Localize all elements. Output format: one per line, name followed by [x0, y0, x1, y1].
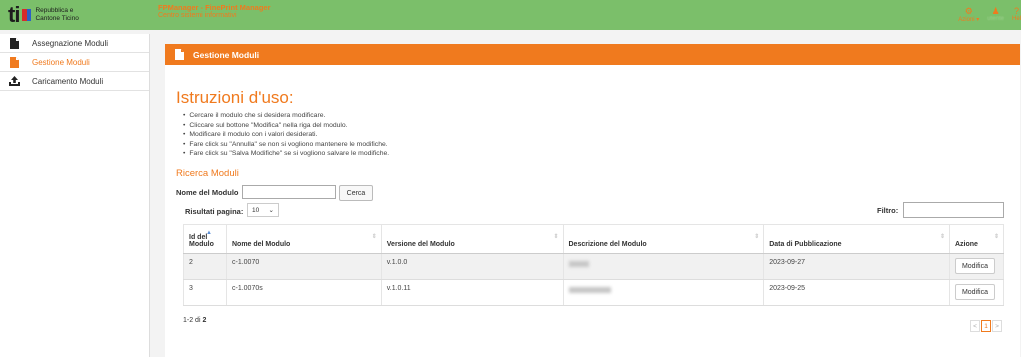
- sidebar-item-caricamento[interactable]: Caricamento Moduli: [0, 72, 149, 91]
- list-item: Fare click su "Salva Modifiche" se si vo…: [183, 149, 389, 159]
- app-title: FPManager - FinePrint Manager: [158, 3, 271, 12]
- table-row: 3 c-1.0070s v.1.0.11 2023-09-25 Modifica: [183, 279, 1005, 306]
- instructions-title: Istruzioni d'uso:: [176, 88, 294, 107]
- cell-description: [563, 253, 765, 280]
- results-per-page-value: 10: [252, 206, 260, 214]
- sidebar-item-label: Assegnazione Moduli: [32, 38, 109, 48]
- sidebar-item-label: Gestione Moduli: [32, 57, 90, 67]
- panel-title: Gestione Moduli: [193, 49, 260, 60]
- sidebar: Assegnazione Moduli Gestione Moduli Cari…: [0, 34, 150, 357]
- sidebar-item-gestione[interactable]: Gestione Moduli: [0, 53, 149, 72]
- panel-header: Gestione Moduli: [165, 44, 1020, 65]
- main-panel: Gestione Moduli Istruzioni d'uso: Cercar…: [165, 44, 1020, 357]
- modules-table: ▲ Id del Modulo ⇕ Nome del Modulo ⇕ Version…: [183, 224, 1005, 306]
- sort-icon: ⇕: [993, 234, 999, 240]
- cell-action: Modifica: [949, 253, 1005, 280]
- cell-version: v.1.0.0: [381, 253, 564, 280]
- list-item: Cercare il modulo che si desidera modifi…: [183, 111, 389, 121]
- cell-date: 2023-09-25: [763, 279, 950, 306]
- sort-icon: ⇕: [371, 234, 377, 240]
- upload-icon: [8, 75, 20, 87]
- next-page-button[interactable]: >: [992, 320, 1002, 332]
- column-header-id[interactable]: ▲ Id del Modulo: [183, 224, 227, 254]
- file-icon: [175, 49, 184, 60]
- user-menu[interactable]: ♟ utente: [987, 6, 1004, 23]
- sort-asc-icon: ▲: [206, 230, 212, 236]
- column-header-action[interactable]: ⇕ Azione: [949, 224, 1005, 254]
- table-row: 2 c-1.0070 v.1.0.0 2023-09-27 Modifica: [183, 253, 1005, 280]
- logo[interactable]: ti Repubblica e Cantone Ticino: [8, 4, 83, 26]
- file-icon: [8, 56, 20, 68]
- cell-id: 3: [183, 279, 227, 306]
- module-name-label: Nome del Modulo: [176, 188, 239, 197]
- file-icon: [8, 37, 20, 49]
- chevron-down-icon: ⌄: [268, 207, 274, 214]
- cell-name: c-1.0070s: [226, 279, 382, 306]
- help-menu[interactable]: ? Hel: [1012, 6, 1021, 23]
- actions-menu[interactable]: ⚙ Azioni ▾: [958, 6, 979, 23]
- pagination-info: 1-2 di 2: [183, 317, 207, 324]
- search-section-title: Ricerca Moduli: [176, 168, 239, 179]
- logo-wordmark: ti: [8, 2, 20, 27]
- list-item: Modificare il modulo con i valori deside…: [183, 130, 389, 140]
- app-subtitle: Centro sistemi informativi: [158, 12, 237, 19]
- redacted-text: [568, 261, 589, 267]
- results-per-page-select[interactable]: 10 ⌄: [247, 203, 279, 217]
- search-button[interactable]: Cerca: [339, 185, 373, 201]
- help-menu-label: Hel: [1011, 16, 1021, 22]
- sidebar-item-label: Caricamento Moduli: [32, 76, 104, 86]
- pagination: < 1 >: [970, 320, 1002, 332]
- user-menu-label: utente: [987, 16, 1004, 22]
- org-name: Repubblica e Cantone Ticino: [35, 7, 79, 22]
- actions-menu-label: Azioni ▾: [958, 17, 980, 23]
- edit-button[interactable]: Modifica: [954, 284, 995, 300]
- list-item: Cliccare sul bottone "Modifica" nella ri…: [183, 121, 389, 131]
- top-bar: ti Repubblica e Cantone Ticino FPManager…: [0, 0, 1021, 30]
- column-header-description[interactable]: ⇕ Descrizione del Modulo: [563, 224, 765, 254]
- sort-icon: ⇕: [553, 234, 559, 240]
- gear-icon: ⚙: [964, 6, 973, 16]
- results-per-page-label: Risultati pagina:: [185, 207, 244, 216]
- cell-id: 2: [183, 253, 227, 280]
- prev-page-button[interactable]: <: [970, 320, 980, 332]
- column-header-version[interactable]: ⇕ Versione del Modulo: [381, 224, 564, 254]
- sort-icon: ⇕: [939, 234, 945, 240]
- cell-version: v.1.0.11: [381, 279, 564, 306]
- help-icon: ?: [1013, 6, 1019, 16]
- column-header-name[interactable]: ⇕ Nome del Modulo: [226, 224, 382, 254]
- cell-date: 2023-09-27: [763, 253, 950, 280]
- list-item: Fare click su "Annulla" se non si voglio…: [183, 140, 389, 150]
- redacted-text: [568, 287, 611, 293]
- filter-input[interactable]: [903, 202, 1004, 218]
- cell-name: c-1.0070: [226, 253, 382, 280]
- page-button-current[interactable]: 1: [981, 320, 991, 332]
- canton-flag-icon: [22, 9, 32, 21]
- edit-button[interactable]: Modifica: [954, 258, 995, 274]
- cell-action: Modifica: [949, 279, 1005, 306]
- instructions-list: Cercare il modulo che si desidera modifi…: [183, 111, 389, 159]
- sort-icon: ⇕: [754, 234, 760, 240]
- module-name-input[interactable]: [242, 185, 336, 199]
- filter-label: Filtro:: [877, 206, 899, 215]
- user-icon: ♟: [991, 6, 1000, 16]
- sidebar-item-assegnazione[interactable]: Assegnazione Moduli: [0, 34, 149, 53]
- column-header-date[interactable]: ⇕ Data di Pubblicazione: [763, 224, 950, 254]
- cell-description: [563, 279, 765, 306]
